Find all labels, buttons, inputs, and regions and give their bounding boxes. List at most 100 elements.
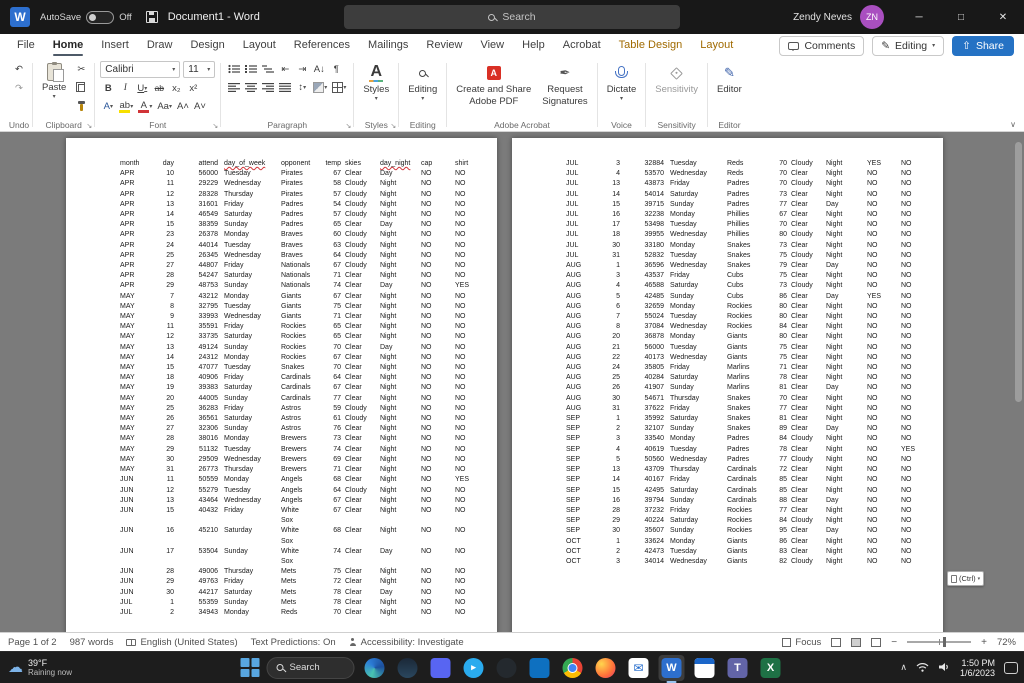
taskbar-app-calendar[interactable] [692, 655, 718, 681]
dictate-button[interactable]: Dictate ▾ [603, 61, 641, 104]
save-icon[interactable] [146, 11, 158, 23]
editing-mode-button[interactable]: ✎ Editing ▾ [872, 36, 944, 56]
copy-button[interactable] [73, 80, 89, 96]
change-case-button[interactable]: Aa▾ [155, 98, 174, 114]
language-indicator[interactable]: English (United States) [126, 637, 237, 648]
notification-center-icon[interactable] [1004, 662, 1018, 674]
word-count[interactable]: 987 words [70, 637, 114, 648]
zoom-slider-thumb[interactable] [943, 637, 946, 647]
menu-tab-ctx-table-design[interactable]: Table Design [610, 34, 692, 57]
taskbar-app-steam[interactable] [395, 655, 421, 681]
user-name[interactable]: Zendy Neves [793, 12, 852, 23]
bullets-button[interactable] [226, 61, 242, 77]
taskbar-app-chrome[interactable] [560, 655, 586, 681]
show-formatting-button[interactable]: ¶ [328, 61, 344, 77]
taskbar-app-firefox[interactable] [593, 655, 619, 681]
clipboard-dialog-launcher[interactable]: ↘ [86, 122, 92, 130]
menu-tab-layout[interactable]: Layout [234, 34, 285, 57]
superscript-button[interactable]: x² [185, 80, 201, 96]
cut-button[interactable]: ✂ [73, 61, 89, 77]
editing-button[interactable]: Editing ▾ [404, 61, 441, 104]
subscript-button[interactable]: x₂ [168, 80, 184, 96]
start-button[interactable] [241, 658, 260, 677]
italic-button[interactable]: I [117, 80, 133, 96]
font-dialog-launcher[interactable]: ↘ [212, 122, 218, 130]
menu-tab-home[interactable]: Home [44, 34, 93, 57]
bold-button[interactable]: B [100, 80, 116, 96]
align-center-button[interactable] [243, 79, 259, 95]
menu-tab-references[interactable]: References [285, 34, 359, 57]
word-app-icon[interactable]: W [10, 7, 30, 27]
borders-button[interactable]: ▾ [330, 79, 348, 95]
font-size-select[interactable]: 11▾ [183, 61, 215, 78]
menu-tab-design[interactable]: Design [181, 34, 233, 57]
numbering-button[interactable] [243, 61, 259, 77]
taskbar-app-discord[interactable] [428, 655, 454, 681]
maximize-button[interactable]: □ [940, 0, 982, 34]
line-spacing-button[interactable]: ↕▾ [294, 79, 310, 95]
font-color-button[interactable]: A▾ [136, 98, 154, 114]
menu-tab-view[interactable]: View [471, 34, 513, 57]
highlight-color-button[interactable]: ab▾ [117, 98, 135, 114]
undo-button[interactable]: ↶ [11, 61, 27, 77]
taskbar-search[interactable]: Search [267, 657, 355, 679]
styles-button[interactable]: A Styles ▾ [359, 61, 393, 104]
text-effects-button[interactable]: A▾ [100, 98, 116, 114]
format-painter-button[interactable] [73, 99, 89, 115]
hidden-icons-chevron[interactable]: ∧ [900, 662, 907, 673]
grow-font-button[interactable]: A˄ [175, 98, 191, 114]
menu-tab-mailings[interactable]: Mailings [359, 34, 417, 57]
zoom-slider[interactable] [907, 641, 971, 643]
redo-button[interactable]: ↷ [11, 80, 27, 96]
taskbar-app-word[interactable]: W [659, 655, 685, 681]
weather-widget[interactable]: ☁ 39°F Raining now [8, 658, 72, 677]
zoom-level[interactable]: 72% [997, 637, 1016, 648]
paste-button[interactable]: Paste ▾ [38, 61, 70, 102]
multilevel-list-button[interactable] [260, 61, 276, 77]
taskbar-app-outlook[interactable]: ✉ [626, 655, 652, 681]
create-share-pdf-button[interactable]: A Create and Share Adobe PDF [452, 61, 535, 108]
collapse-ribbon-button[interactable]: ∨ [1010, 120, 1016, 129]
titlebar-search[interactable]: Search [344, 5, 680, 29]
focus-mode-button[interactable]: Focus [782, 637, 821, 648]
taskbar-app-edge[interactable] [362, 655, 388, 681]
taskbar-app-github[interactable] [494, 655, 520, 681]
sensitivity-button[interactable]: Sensitivity [651, 61, 702, 97]
page-indicator[interactable]: Page 1 of 2 [8, 637, 57, 648]
font-name-select[interactable]: Calibri▾ [100, 61, 180, 78]
read-mode-button[interactable] [831, 638, 841, 647]
decrease-indent-button[interactable]: ⇤ [277, 61, 293, 77]
web-layout-button[interactable] [871, 638, 881, 647]
print-layout-button[interactable] [851, 638, 861, 647]
justify-button[interactable] [277, 79, 293, 95]
document-page-1[interactable]: monthdayattendday_of_weekopponenttempski… [66, 138, 497, 632]
accessibility-status[interactable]: Accessibility: Investigate [349, 637, 464, 648]
minimize-button[interactable]: ─ [898, 0, 940, 34]
zoom-out-button[interactable]: − [891, 637, 897, 648]
autosave-toggle[interactable] [86, 11, 114, 24]
shrink-font-button[interactable]: A˅ [192, 98, 208, 114]
wifi-icon[interactable] [916, 659, 929, 677]
avatar[interactable]: ZN [860, 5, 884, 29]
vertical-scrollbar[interactable] [1015, 142, 1022, 402]
menu-tab-review[interactable]: Review [417, 34, 471, 57]
menu-tab-help[interactable]: Help [513, 34, 554, 57]
document-page-2[interactable]: JUL332884TuesdayReds70CloudyNightYESNOJU… [512, 138, 943, 632]
sort-button[interactable]: A↓ [311, 61, 327, 77]
share-button[interactable]: ⇧ Share [952, 36, 1014, 56]
volume-icon[interactable] [938, 659, 951, 677]
autosave-control[interactable]: AutoSave Off [40, 11, 132, 24]
taskbar-app-teams[interactable]: T [725, 655, 751, 681]
increase-indent-button[interactable]: ⇥ [294, 61, 310, 77]
align-left-button[interactable] [226, 79, 242, 95]
menu-tab-file[interactable]: File [8, 34, 44, 57]
strikethrough-button[interactable]: ab [151, 80, 167, 96]
request-signatures-button[interactable]: ✒ Request Signatures [538, 61, 591, 108]
clock[interactable]: 1:50 PM 1/6/2023 [960, 658, 995, 678]
taskbar-app-telegram[interactable]: ▸ [461, 655, 487, 681]
menu-tab-acrobat[interactable]: Acrobat [554, 34, 610, 57]
taskbar-app-excel[interactable]: X [758, 655, 784, 681]
close-button[interactable]: ✕ [982, 0, 1024, 34]
align-right-button[interactable] [260, 79, 276, 95]
styles-dialog-launcher[interactable]: ↘ [390, 122, 396, 130]
